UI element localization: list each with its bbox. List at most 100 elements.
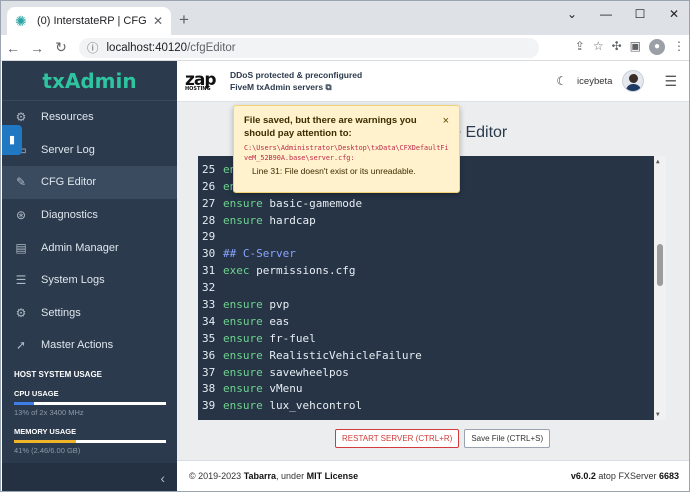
side-panel-icon[interactable]: ▣	[630, 39, 641, 55]
url-path: /cfgEditor	[187, 42, 236, 54]
memory-usage-fill	[14, 439, 77, 443]
scroll-thumb[interactable]	[657, 244, 663, 286]
code-text: permissions.cfg	[256, 264, 356, 278]
copyright-years: © 2019-2023	[189, 471, 242, 481]
puzzle-icon: ⚙	[15, 110, 27, 125]
code-keyword: ## C-Server	[223, 247, 296, 261]
code-keyword: ensure	[223, 382, 263, 396]
window-controls: ⌄ — ☐ ✕	[555, 1, 689, 29]
scroll-up-icon[interactable]: ▲	[656, 158, 660, 165]
browser-toolbar: ← → ↻ ⓘ localhost:40120/cfgEditor ⇪ ☆ ✣ …	[1, 35, 689, 61]
line-number: 33	[202, 298, 216, 312]
line-number: 28	[202, 213, 216, 227]
browser-tab[interactable]: ✺ (0) InterstateRP | CFG Editor ✕	[7, 7, 171, 35]
promo-banner[interactable]: DDoS protected & preconfigured FiveM txA…	[230, 69, 362, 93]
reload-icon[interactable]: ↻	[49, 39, 73, 56]
code-line: 34 ensure eas	[198, 314, 666, 331]
line-number: 30	[202, 247, 216, 261]
code-keyword: ensure	[223, 365, 263, 379]
promo-line-2: FiveM txAdmin servers	[230, 82, 324, 92]
url-host: localhost:40120	[106, 42, 188, 54]
address-bar[interactable]: ⓘ localhost:40120/cfgEditor	[79, 38, 539, 58]
site-info-icon[interactable]: ⓘ	[87, 40, 99, 56]
bookmark-extension-icon[interactable]: ▮	[2, 125, 22, 155]
rocket-icon: ➚	[15, 338, 27, 353]
tab-title: (0) InterstateRP | CFG Editor	[37, 15, 147, 27]
code-keyword: ensure	[223, 348, 263, 362]
license-link[interactable]: MIT License	[307, 471, 359, 481]
minimize-icon[interactable]: —	[589, 1, 623, 29]
dark-mode-toggle-icon[interactable]: ☾	[556, 74, 567, 88]
close-icon[interactable]: ×	[443, 115, 449, 127]
code-line: 32	[198, 280, 666, 297]
more-menu-icon[interactable]: ⋮	[673, 39, 685, 55]
code-text: pvp	[269, 298, 290, 312]
sidebar-item-label: Server Log	[41, 143, 95, 156]
code-text: eas	[269, 314, 290, 328]
footer-version: v6.0.2 atop FXServer 6683	[571, 471, 679, 481]
line-number: 37	[202, 365, 216, 379]
profile-icon[interactable]: ●	[649, 39, 665, 55]
sidebar-item-diagnostics[interactable]: ⊛ Diagnostics	[2, 199, 177, 232]
forward-icon[interactable]: →	[25, 40, 49, 56]
extensions-icon[interactable]: ✣	[612, 39, 622, 55]
scroll-down-icon[interactable]: ▼	[656, 411, 660, 418]
cpu-usage-label: CPU USAGE	[14, 388, 59, 398]
code-text: vMenu	[269, 382, 303, 396]
sidebar-item-system-logs[interactable]: ☰ System Logs	[2, 264, 177, 297]
sidebar-item-server-log[interactable]: ▭ Server Log	[2, 134, 177, 167]
external-link-icon: ⧉	[325, 82, 332, 92]
zap-hosting-logo[interactable]: zap HOSTING	[185, 70, 217, 92]
code-keyword: ensure	[223, 213, 263, 227]
close-window-icon[interactable]: ✕	[657, 1, 689, 29]
cpu-usage-bar	[14, 401, 166, 405]
code-line: 37 ensure savewheelpos	[198, 365, 666, 382]
restart-server-button[interactable]: RESTART SERVER (CTRL+R)	[335, 429, 460, 448]
brand-logo[interactable]: txAdmin	[2, 61, 177, 101]
sidebar-item-cfg-editor[interactable]: ✎ CFG Editor	[2, 166, 177, 199]
cpu-usage-detail: 13% of 2x 3400 MHz	[14, 407, 84, 417]
sidebar-item-settings[interactable]: ⚙ Settings	[2, 297, 177, 330]
share-icon[interactable]: ⇪	[575, 39, 585, 55]
line-number: 36	[202, 348, 216, 362]
footer: © 2019-2023 Tabarra, under MIT License v…	[177, 460, 689, 491]
chevron-left-icon: ‹	[160, 470, 165, 486]
code-text: basic-gamemode	[269, 196, 363, 210]
sidebar-item-label: CFG Editor	[41, 176, 97, 189]
sidebar-item-label: Admin Manager	[41, 241, 119, 254]
cpu-usage-fill	[14, 401, 34, 405]
sidebar-collapse-button[interactable]: ‹	[2, 463, 177, 491]
line-number: 35	[202, 331, 216, 345]
avatar[interactable]	[622, 70, 645, 92]
username[interactable]: iceybeta	[577, 76, 612, 87]
editor-scrollbar[interactable]: ▲ ▼	[654, 156, 666, 420]
top-header: zap HOSTING DDoS protected & preconfigure…	[177, 61, 689, 102]
bookmark-star-icon[interactable]: ☆	[593, 39, 604, 55]
hamburger-menu-icon[interactable]: ☰	[664, 73, 677, 90]
line-number: 39	[202, 399, 216, 413]
toast-title: File saved, but there are warnings you s…	[244, 115, 417, 139]
header-user-area: ☾ iceybeta ☰	[556, 70, 677, 92]
chevron-down-icon[interactable]: ⌄	[555, 1, 589, 29]
code-line: 27 ensure basic-gamemode	[198, 196, 666, 213]
close-tab-icon[interactable]: ✕	[153, 14, 163, 28]
back-icon[interactable]: ←	[1, 40, 25, 56]
txadmin-favicon-icon: ✺	[15, 13, 27, 29]
sidebar-item-master-actions[interactable]: ➚ Master Actions	[2, 329, 177, 362]
code-text: lux_vehcontrol	[269, 399, 363, 413]
cfg-code-editor[interactable]: 24 25ensure 26ensure 27ensure basic-game…	[198, 156, 666, 420]
memory-usage-detail: 41% (2.46/6.00 GB)	[14, 445, 81, 455]
line-number: 27	[202, 196, 216, 210]
gear-icon: ⚙	[15, 305, 27, 320]
memory-usage-label: MEMORY USAGE	[14, 426, 77, 436]
sidebar-item-admin-manager[interactable]: ▤ Admin Manager	[2, 231, 177, 264]
save-file-button[interactable]: Save File (CTRL+S)	[464, 429, 551, 448]
maximize-icon[interactable]: ☐	[623, 1, 657, 29]
sidebar-item-resources[interactable]: ⚙ Resources	[2, 101, 177, 134]
sidebar-item-label: System Logs	[41, 274, 105, 287]
code-line: 35 ensure fr-fuel	[198, 331, 666, 348]
new-tab-icon[interactable]: +	[179, 10, 189, 30]
author-link[interactable]: Tabarra	[244, 471, 276, 481]
admin-icon: ▤	[15, 240, 27, 255]
code-text: savewheelpos	[269, 365, 349, 379]
